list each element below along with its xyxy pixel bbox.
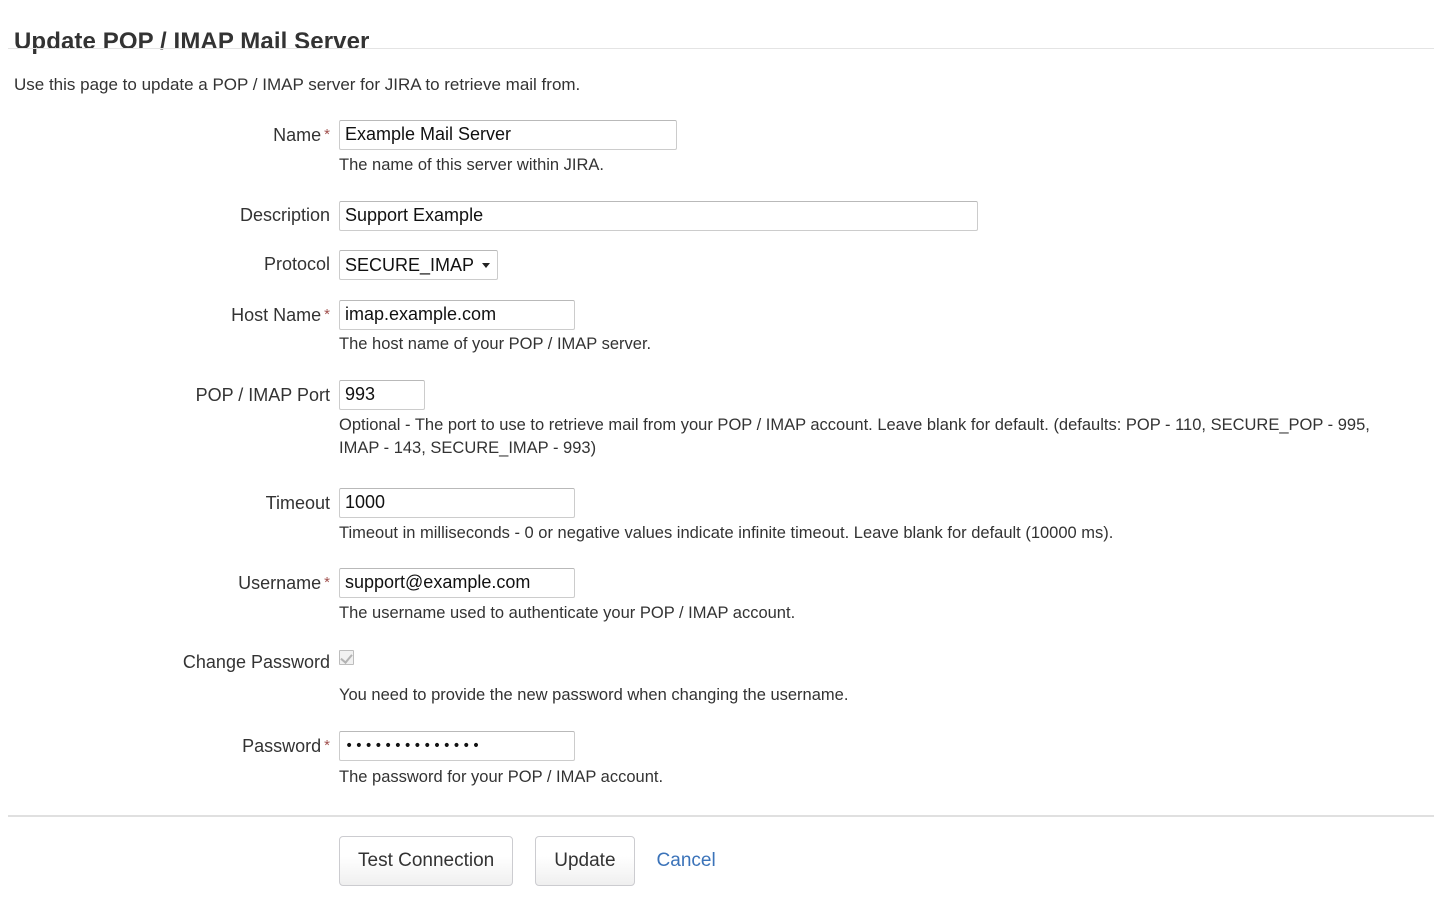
control-password: [339, 731, 575, 761]
username-input[interactable]: [339, 568, 575, 598]
label-protocol-text: Protocol: [263, 254, 330, 274]
title-divider: [8, 48, 1434, 49]
control-username: [339, 568, 575, 598]
cancel-link[interactable]: Cancel: [657, 836, 716, 886]
form-actions: Test Connection Update Cancel: [339, 836, 716, 886]
label-port-text: POP / IMAP Port: [195, 385, 330, 405]
description-input[interactable]: [339, 201, 978, 231]
required-asterisk-password: *: [324, 737, 330, 754]
label-password: Password *: [0, 735, 330, 757]
control-description: [339, 201, 978, 231]
control-name: [339, 120, 677, 150]
update-button[interactable]: Update: [535, 836, 635, 886]
control-protocol: SECURE_IMAP: [339, 250, 498, 280]
checkmark-icon: [340, 651, 353, 664]
label-change-password-text: Change Password: [182, 652, 330, 672]
label-description-text: Description: [239, 205, 330, 225]
change-password-checkbox: [339, 650, 354, 665]
label-name: Name *: [0, 124, 330, 146]
test-connection-button[interactable]: Test Connection: [339, 836, 514, 886]
required-asterisk-username: *: [324, 574, 330, 591]
desc-change-password: You need to provide the new password whe…: [339, 686, 849, 704]
page-title: Update POP / IMAP Mail Server: [14, 28, 370, 56]
desc-password: The password for your POP / IMAP account…: [339, 768, 664, 786]
protocol-select[interactable]: SECURE_IMAP: [339, 250, 498, 280]
name-input[interactable]: [339, 120, 677, 150]
password-input[interactable]: [339, 731, 575, 761]
control-port: [339, 380, 425, 410]
required-asterisk-name: *: [324, 126, 330, 143]
label-description: Description: [0, 204, 330, 226]
control-timeout: [339, 488, 575, 518]
page-intro-text: Use this page to update a POP / IMAP ser…: [14, 75, 581, 94]
control-host-name: [339, 300, 575, 330]
label-timeout-text: Timeout: [265, 493, 330, 513]
control-change-password: [339, 650, 354, 670]
label-password-text: Password: [242, 736, 322, 756]
host-name-input[interactable]: [339, 300, 575, 330]
label-timeout: Timeout: [0, 492, 330, 514]
desc-name: The name of this server within JIRA.: [339, 156, 605, 174]
label-protocol: Protocol: [0, 253, 330, 275]
label-username-text: Username: [238, 573, 322, 593]
label-name-text: Name: [273, 125, 322, 145]
timeout-input[interactable]: [339, 488, 575, 518]
port-input[interactable]: [339, 380, 425, 410]
desc-host-name: The host name of your POP / IMAP server.: [339, 335, 652, 353]
update-mail-server-page: Update POP / IMAP Mail Server Use this p…: [0, 0, 1452, 909]
protocol-select-wrapper: SECURE_IMAP: [339, 250, 498, 280]
label-username: Username *: [0, 572, 330, 594]
label-port: POP / IMAP Port: [0, 384, 330, 406]
label-host-name-text: Host Name: [231, 305, 322, 325]
label-host-name: Host Name *: [0, 304, 330, 326]
label-change-password: Change Password: [0, 651, 330, 673]
desc-port: Optional - The port to use to retrieve m…: [339, 416, 1370, 457]
desc-username: The username used to authenticate your P…: [339, 604, 796, 622]
desc-timeout: Timeout in milliseconds - 0 or negative …: [339, 524, 1114, 542]
footer-divider: [8, 815, 1434, 817]
required-asterisk-host-name: *: [324, 306, 330, 323]
